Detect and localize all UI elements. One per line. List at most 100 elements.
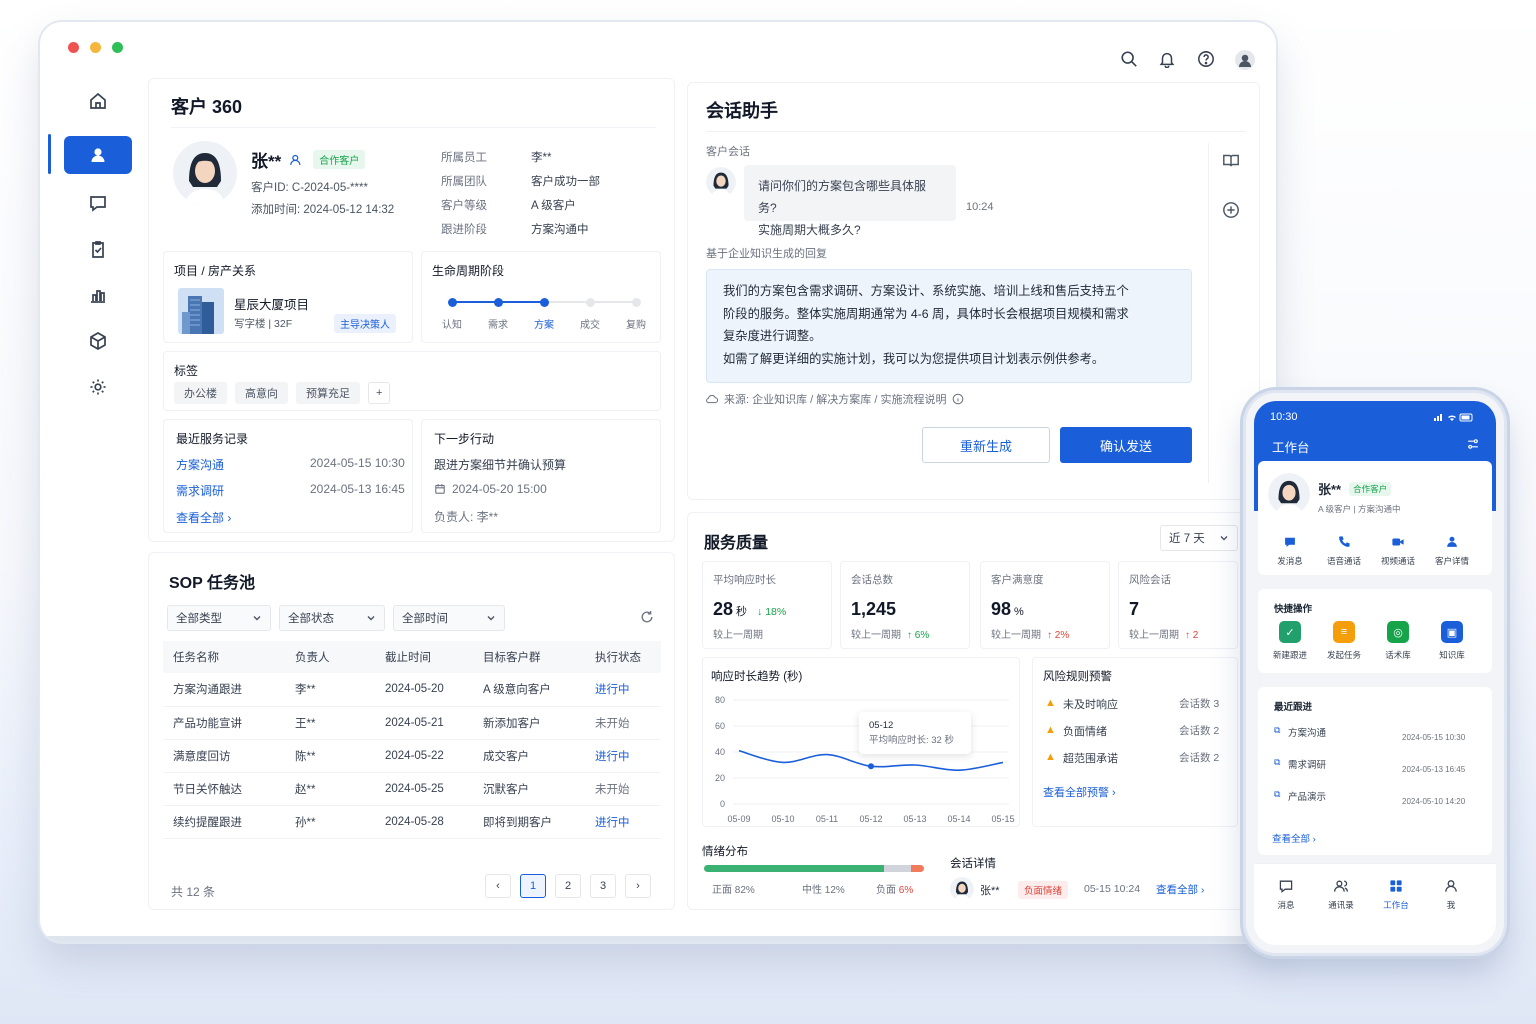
next-action-text: 跟进方案细节并确认预算 [434, 458, 567, 472]
type-filter-select[interactable]: 全部类型 [167, 605, 271, 631]
quick-action-button[interactable]: ≡ 发起任务 [1320, 621, 1368, 661]
quick-action-button[interactable]: ▣ 知识库 [1428, 621, 1476, 661]
service-view-all-link[interactable]: 查看全部 › [176, 509, 231, 526]
tag-chip[interactable]: 高意向 [235, 382, 288, 404]
customer-id: 客户ID: C-2024-05-**** [251, 182, 368, 194]
service-record-name[interactable]: 方案沟通 [176, 456, 224, 473]
phone-action-button[interactable]: 语音通话 [1320, 533, 1368, 567]
recent-item-name[interactable]: 需求调研 [1288, 757, 1326, 771]
workspace-icon [1376, 878, 1416, 896]
tooltip-date: 05-12 [869, 720, 894, 731]
recent-item-name[interactable]: 方案沟通 [1288, 725, 1326, 739]
table-column-header[interactable]: 截止时间 [375, 641, 473, 673]
session-view-all-link[interactable]: 查看全部 › [1156, 882, 1204, 897]
y-tick-label: 0 [720, 799, 725, 809]
table-column-header[interactable]: 负责人 [285, 641, 375, 673]
recent-view-all-link[interactable]: 查看全部 › [1272, 831, 1316, 845]
divider [1208, 143, 1209, 483]
pagination-prev[interactable]: ‹ [485, 874, 511, 898]
range-select[interactable]: 近 7 天 [1160, 525, 1238, 551]
info-icon[interactable] [952, 393, 964, 405]
customer360-title: 客户 360 [171, 97, 243, 117]
tab-profile[interactable]: 我 [1431, 878, 1471, 911]
tab-message[interactable]: 消息 [1266, 878, 1306, 911]
pagination-page[interactable]: 2 [555, 874, 581, 898]
sop-card: SOP 任务池 全部类型 全部状态 全部时间 任务名称 负责人 截止时间 目标客户群执… [148, 552, 675, 910]
tag-chip[interactable]: 预算充足 [296, 382, 360, 404]
nav-products[interactable] [64, 322, 132, 360]
table-row[interactable]: 续约提醒跟进 孙** 2024-05-28 即将到期客户 进行中 [163, 805, 661, 838]
pagination-page[interactable]: 3 [590, 874, 616, 898]
user-avatar-icon[interactable] [1235, 50, 1255, 70]
metric-title: 客户满意度 [991, 574, 1044, 586]
add-circle-icon[interactable] [1222, 201, 1240, 219]
window-minimize-dot[interactable] [90, 42, 101, 53]
window-maximize-dot[interactable] [112, 42, 123, 53]
table-row[interactable]: 产品功能宣讲 王** 2024-05-21 新添加客户 未开始 [163, 706, 661, 739]
table-column-header[interactable]: 目标客户群 [473, 641, 585, 673]
time-filter-select[interactable]: 全部时间 [393, 605, 505, 631]
table-row[interactable]: 方案沟通跟进 李** 2024-05-20 A 级意向客户 进行中 [163, 673, 661, 706]
customer-status-badge: 合作客户 [313, 150, 366, 169]
table-cell-due: 2024-05-20 [385, 683, 444, 696]
generated-reply-box[interactable]: 我们的方案包含需求调研、方案设计、系统实施、培训上线和售后支持五个 阶段的服务。整… [706, 269, 1192, 383]
alert-name[interactable]: 超范围承诺 [1063, 750, 1118, 766]
bell-icon[interactable] [1158, 50, 1176, 68]
tab-contacts[interactable]: 通讯录 [1321, 878, 1361, 911]
metric-card[interactable]: 平均响应时长 28 秒 ↓ 18% 较上一周期 [702, 561, 832, 649]
table-row[interactable]: 满意度回访 陈** 2024-05-22 成交客户 进行中 [163, 739, 661, 772]
regenerate-button[interactable]: 重新生成 [922, 427, 1050, 463]
service-record-name[interactable]: 需求调研 [176, 482, 224, 499]
tag-chip[interactable]: 办公楼 [174, 382, 227, 404]
filter-settings-icon[interactable] [1466, 437, 1480, 451]
reply-label: 基于企业知识生成的回复 [706, 248, 827, 260]
table-column-header[interactable]: 任务名称 [163, 641, 285, 673]
add-tag-button[interactable]: + [368, 382, 391, 404]
service-record-time: 2024-05-13 16:45 [310, 482, 405, 496]
search-icon[interactable] [1120, 50, 1138, 68]
pagination-next[interactable]: › [625, 874, 651, 898]
phone-action-button[interactable]: 发消息 [1266, 533, 1314, 567]
alerts-view-all-link[interactable]: 查看全部预警 › [1043, 784, 1116, 800]
status-filter-select[interactable]: 全部状态 [279, 605, 385, 631]
recent-item-time: 2024-05-13 16:45 [1402, 765, 1466, 774]
metric-card[interactable]: 风险会话 7 较上一周期 ↑ 2 [1118, 561, 1238, 649]
phone-customer-card[interactable]: 张** 合作客户 A 级客户 | 方案沟通中 发消息 语音通话 视频通话 客户详情 [1258, 461, 1492, 575]
desktop-window: 客户 360 张** 合作客户 客户ID: C-2024-05-**** 添加时… [40, 22, 1276, 942]
phone-action-label: 视频通话 [1380, 556, 1415, 566]
pagination-page[interactable]: 1 [520, 874, 546, 898]
phone-action-button[interactable]: 客户详情 [1428, 533, 1476, 567]
nav-home[interactable] [64, 82, 132, 120]
alert-count: 会话数 3 [1179, 698, 1220, 710]
nav-chat[interactable] [64, 184, 132, 222]
nav-customer[interactable] [64, 136, 132, 174]
help-icon[interactable] [1197, 50, 1215, 68]
recent-item-name[interactable]: 产品演示 [1288, 789, 1326, 803]
session-time: 05-15 10:24 [1084, 883, 1141, 895]
book-icon[interactable] [1222, 151, 1240, 169]
table-cell-due: 2024-05-28 [385, 815, 444, 828]
metric-card[interactable]: 会话总数 1,245 较上一周期 ↑ 6% [840, 561, 970, 649]
alert-name[interactable]: 未及时响应 [1063, 696, 1118, 712]
phone-icon [1320, 533, 1368, 551]
tab-label: 工作台 [1383, 900, 1409, 910]
nav-tasks[interactable] [64, 230, 132, 268]
confirm-send-button[interactable]: 确认发送 [1060, 427, 1192, 463]
data-point[interactable] [868, 763, 874, 770]
window-close-dot[interactable] [68, 42, 79, 53]
nav-analytics[interactable] [64, 276, 132, 314]
table-row[interactable]: 节日关怀触达 赵** 2024-05-25 沉默客户 未开始 [163, 772, 661, 805]
y-tick-label: 80 [715, 695, 725, 705]
table-column-header[interactable]: 执行状态 [585, 641, 661, 673]
cube-icon [88, 331, 108, 351]
refresh-icon[interactable] [639, 609, 655, 625]
quick-action-button[interactable]: ✓ 新建跟进 [1266, 621, 1314, 661]
nav-settings[interactable] [64, 368, 132, 406]
metric-card[interactable]: 客户满意度 98% 较上一周期 ↑ 2% [980, 561, 1110, 649]
quick-action-label: 话术库 [1385, 650, 1411, 660]
alert-name[interactable]: 负面情绪 [1063, 723, 1107, 739]
tab-workspace[interactable]: 工作台 [1376, 878, 1416, 911]
x-tick-label: 05-13 [903, 814, 926, 824]
phone-action-button[interactable]: 视频通话 [1374, 533, 1422, 567]
quick-action-button[interactable]: ◎ 话术库 [1374, 621, 1422, 661]
